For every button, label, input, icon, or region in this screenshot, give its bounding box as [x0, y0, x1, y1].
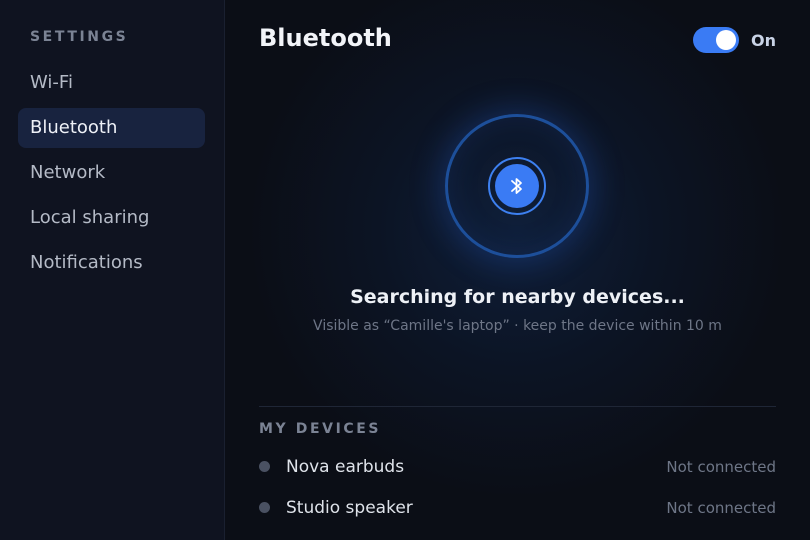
sidebar-heading: SETTINGS: [30, 29, 129, 45]
device-status-dot: [259, 461, 270, 472]
device-row-studio-speaker[interactable]: Studio speaker Not connected: [259, 487, 776, 528]
settings-window: SETTINGS Wi-Fi Bluetooth Network Local s…: [0, 0, 810, 540]
device-row-nova-earbuds[interactable]: Nova earbuds Not connected: [259, 446, 776, 487]
sidebar-item-local-sharing[interactable]: Local sharing: [18, 198, 205, 238]
section-divider: [259, 406, 776, 407]
page-title: Bluetooth: [259, 24, 392, 52]
my-devices-heading: MY DEVICES: [259, 421, 382, 437]
sidebar-item-network[interactable]: Network: [18, 153, 205, 193]
scan-status: Searching for nearby devices...: [350, 286, 685, 308]
device-status-dot: [259, 502, 270, 513]
main-panel: Bluetooth On Searching for nearby device…: [225, 0, 810, 540]
device-name: Nova earbuds: [286, 456, 405, 477]
bluetooth-scan-button[interactable]: [495, 164, 539, 208]
device-list: Nova earbuds Not connected Studio speake…: [259, 446, 776, 528]
scan-inner-ring: [488, 157, 546, 215]
sidebar-nav: Wi-Fi Bluetooth Network Local sharing No…: [0, 63, 224, 283]
bluetooth-toggle-group: On: [693, 27, 776, 53]
sidebar-item-bluetooth[interactable]: Bluetooth: [18, 108, 205, 148]
toggle-knob: [716, 30, 736, 50]
sidebar-item-notifications[interactable]: Notifications: [18, 243, 205, 283]
scan-indicator: [445, 114, 589, 258]
toggle-state-label: On: [751, 30, 776, 50]
bluetooth-icon: [511, 178, 522, 194]
bluetooth-toggle[interactable]: [693, 27, 739, 53]
device-connection-status: Not connected: [666, 498, 776, 517]
scan-subtitle: Visible as “Camille's laptop” · keep the…: [313, 318, 722, 334]
sidebar: SETTINGS Wi-Fi Bluetooth Network Local s…: [0, 0, 225, 540]
device-connection-status: Not connected: [666, 457, 776, 476]
sidebar-item-wifi[interactable]: Wi-Fi: [18, 63, 205, 103]
device-name: Studio speaker: [286, 497, 413, 518]
